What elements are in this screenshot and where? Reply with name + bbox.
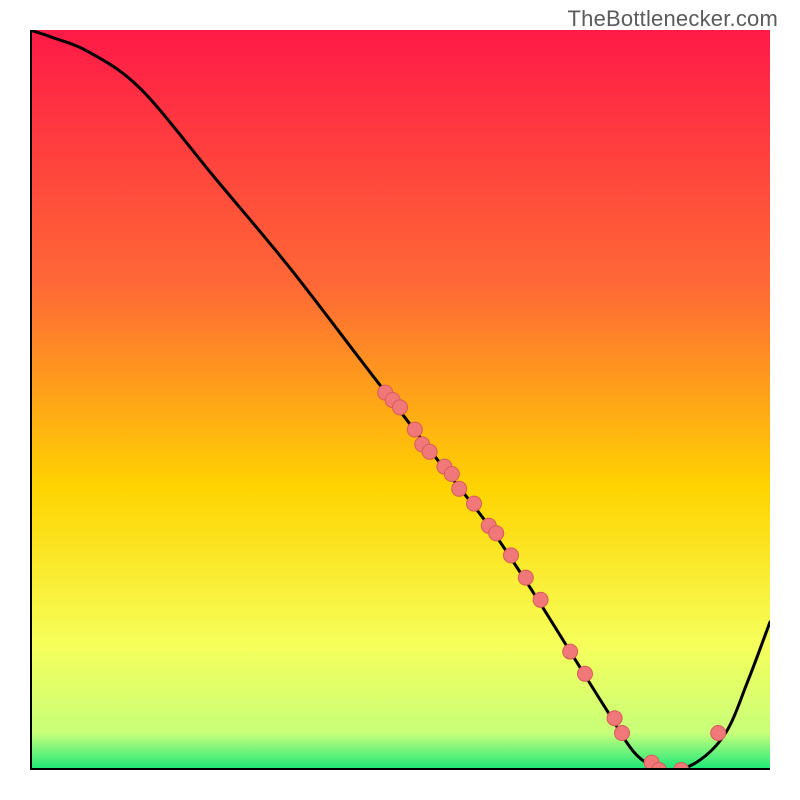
plot-area [30,30,770,770]
sample-dot [533,592,548,607]
chart-stage: TheBottlenecker.com [0,0,800,800]
sample-dot [578,666,593,681]
sample-dot [467,496,482,511]
sample-dot [407,422,422,437]
sample-dot [711,726,726,741]
sample-dot [393,400,408,415]
sample-dot [452,481,467,496]
chart-svg [30,30,770,770]
sample-dot [615,726,630,741]
sample-dot [444,467,459,482]
sample-dot [489,526,504,541]
sample-dot [563,644,578,659]
sample-dot [518,570,533,585]
sample-dot [422,444,437,459]
watermark-text: TheBottlenecker.com [568,6,778,32]
sample-dot [607,711,622,726]
sample-dot [504,548,519,563]
